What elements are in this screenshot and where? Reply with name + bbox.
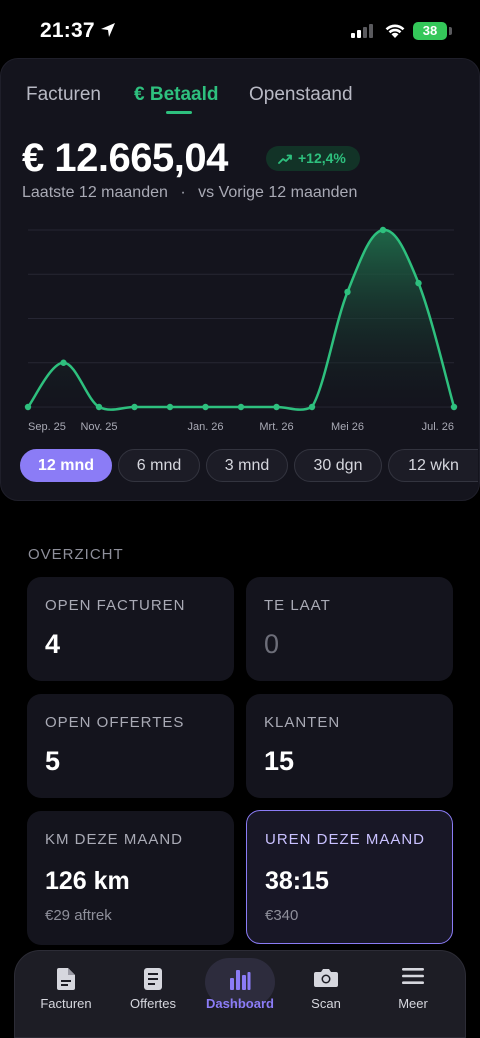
tile-label: KLANTEN [264, 714, 341, 731]
chart-x-tick-label: Nov. 25 [80, 421, 117, 433]
overdue-tile[interactable]: TE LAAT 0 [246, 577, 453, 681]
km-this-month-tile[interactable]: KM DEZE MAAND 126 km €29 aftrek [27, 811, 234, 945]
open-quotes-tile[interactable]: OPEN OFFERTES 5 [27, 694, 234, 798]
overview-title: OVERZICHT [28, 546, 124, 563]
chart-x-tick-label: Mrt. 26 [259, 421, 293, 433]
nav-meer[interactable]: Meer [370, 958, 456, 1018]
nav-label: Dashboard [206, 996, 274, 1011]
chart-point [237, 403, 245, 411]
chart-point [60, 359, 67, 366]
growth-badge: +12,4% [266, 146, 360, 171]
trend-up-icon [278, 154, 292, 164]
nav-facturen[interactable]: Facturen [23, 958, 109, 1018]
chart-area [28, 229, 454, 410]
nav-label: Scan [311, 996, 341, 1011]
chart-point [24, 403, 32, 411]
open-invoices-tile[interactable]: OPEN FACTUREN 4 [27, 577, 234, 681]
range-30-days[interactable]: 30 dgn [294, 449, 382, 482]
nav-label: Facturen [40, 996, 92, 1011]
chart-point [131, 403, 138, 411]
tile-value: 0 [264, 629, 280, 659]
battery-icon: 38 [413, 22, 447, 40]
nav-label: Meer [398, 996, 428, 1011]
period-label: Laatste 12 maanden [22, 184, 168, 201]
tile-value: 5 [45, 746, 61, 776]
status-time: 21:37 [40, 19, 95, 42]
clients-tile[interactable]: KLANTEN 15 [246, 694, 453, 798]
tile-note: €340 [265, 907, 299, 924]
nav-scan[interactable]: Scan [283, 958, 369, 1018]
tile-value: 15 [264, 746, 295, 776]
battery-tip [449, 27, 452, 35]
chart-point [450, 403, 458, 411]
tile-label: KM DEZE MAAND [45, 831, 184, 848]
location-arrow-icon [101, 23, 115, 37]
chart-x-tick-label: Mei 26 [331, 421, 364, 433]
bar-chart-icon [230, 970, 251, 990]
chart-point [344, 288, 351, 296]
period-subtitle: Laatste 12 maanden · vs Vorige 12 maande… [22, 184, 357, 202]
status-bar: 21:37 38 [0, 0, 480, 58]
hours-this-month-tile[interactable]: UREN DEZE MAAND 38:15 €340 [246, 810, 453, 944]
nav-dashboard[interactable]: Dashboard [197, 958, 283, 1018]
tab-openstaand[interactable]: Openstaand [249, 84, 353, 106]
chart-point [166, 403, 174, 411]
camera-icon [314, 969, 338, 987]
tile-label: OPEN OFFERTES [45, 714, 185, 731]
chart-point [95, 403, 103, 411]
tile-value: 4 [45, 629, 61, 659]
tile-label: UREN DEZE MAAND [265, 831, 426, 848]
chart-point [379, 226, 387, 234]
menu-icon [402, 968, 424, 984]
tile-note: €29 aftrek [45, 907, 112, 924]
chart-x-tick-label: Jan. 26 [187, 421, 223, 433]
battery-level: 38 [422, 23, 438, 38]
document-icon [57, 968, 75, 990]
nav-offertes[interactable]: Offertes [110, 958, 196, 1018]
range-3-months[interactable]: 3 mnd [206, 449, 288, 482]
chart-x-tick-label: Jul. 26 [422, 421, 454, 433]
nav-label: Offertes [129, 996, 176, 1011]
chart-point [415, 279, 422, 287]
tile-value: 126 km [45, 867, 130, 895]
chart-point [273, 403, 280, 411]
period-separator: · [180, 184, 186, 201]
total-amount: € 12.665,04 [22, 136, 228, 180]
range-12-months[interactable]: 12 mnd [20, 449, 112, 482]
tab-facturen[interactable]: Facturen [26, 84, 101, 106]
tile-label: OPEN FACTUREN [45, 597, 186, 614]
compare-label: vs Vorige 12 maanden [198, 184, 358, 201]
chart-x-tick-label: Sep. 25 [28, 421, 66, 433]
active-tab-indicator [166, 111, 192, 114]
tab-betaald[interactable]: € Betaald [134, 84, 218, 106]
list-document-icon [144, 968, 162, 990]
range-6-months[interactable]: 6 mnd [118, 449, 200, 482]
signal-icon [351, 24, 373, 38]
tile-label: TE LAAT [264, 597, 331, 614]
revenue-area-chart: Sep. 25 Nov. 25 Jan. 26 Mrt. 26 Mei 26 Jul. 2… [24, 226, 458, 433]
chart-point [202, 403, 209, 411]
growth-value: +12,4% [298, 150, 346, 166]
chart-point [308, 403, 316, 411]
wifi-icon [385, 24, 405, 38]
range-12-weeks[interactable]: 12 wkn [388, 449, 478, 482]
tile-value: 38:15 [265, 867, 329, 895]
